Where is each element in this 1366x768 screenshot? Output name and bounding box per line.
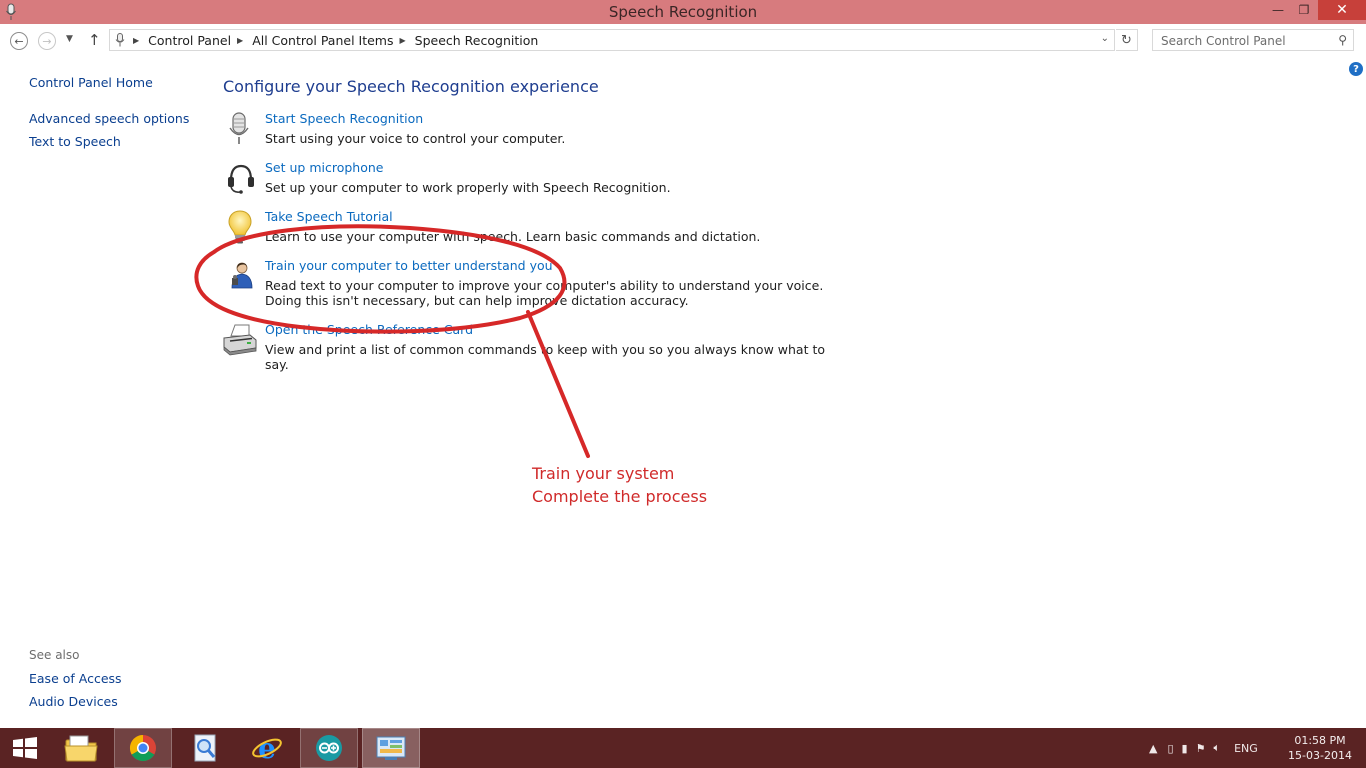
clock-time: 01:58 PM [1294,734,1346,747]
sidebar-link-control-panel-home[interactable]: Control Panel Home [29,75,153,90]
svg-text:e: e [258,733,276,763]
microphone-icon [115,33,125,47]
breadcrumb-all-items[interactable]: All Control Panel Items [252,33,393,48]
set-up-microphone-link[interactable]: Set up microphone [265,160,383,175]
see-also-link-audio-devices[interactable]: Audio Devices [29,694,118,709]
show-hidden-icons-icon[interactable]: ▲ [1149,742,1157,755]
page-title: Configure your Speech Recognition experi… [223,77,599,96]
breadcrumb-separator-icon[interactable]: ▶ [400,36,406,45]
network-icon[interactable]: ▮ [1182,742,1188,755]
control-panel-icon [376,736,406,760]
task-open-reference-card: Open the Speech Reference Card View and … [222,322,825,372]
restore-button[interactable]: ❐ [1291,0,1317,20]
device-status-icon[interactable]: ▯ [1167,742,1173,755]
taskbar-arduino[interactable] [300,728,358,768]
task-description: Set up your computer to work properly wi… [265,180,671,195]
window-title: Speech Recognition [608,3,758,21]
breadcrumb-separator-icon[interactable]: ▶ [237,36,243,45]
printer-icon [223,324,257,356]
title-bar[interactable]: Speech Recognition — ❐ ✕ [0,0,1366,24]
annotation-text-line-2: Complete the process [532,487,708,506]
taskbar-search-app[interactable] [176,728,234,768]
close-button[interactable]: ✕ [1318,0,1366,20]
forward-button[interactable]: → [38,32,56,50]
see-also-label: See also [29,648,80,662]
up-arrow-icon: ↑ [88,31,101,49]
internet-explorer-icon: e [252,733,282,763]
open-reference-card-link[interactable]: Open the Speech Reference Card [265,322,473,337]
chevron-down-icon: ▼ [66,34,73,44]
file-explorer-icon [64,735,98,762]
task-description: Read text to your computer to improve yo… [265,278,824,308]
taskbar-file-explorer[interactable] [52,728,110,768]
microphone-icon [229,112,249,144]
start-speech-recognition-link[interactable]: Start Speech Recognition [265,111,423,126]
language-indicator[interactable]: ENG [1234,742,1258,755]
chrome-icon [129,734,156,762]
help-icon: ? [1353,63,1359,75]
task-description: Learn to use your computer with speech. … [265,229,761,244]
volume-icon[interactable]: 🔈︎ [1213,741,1220,755]
arduino-icon [316,735,342,761]
task-set-up-microphone: Set up microphone Set up your computer t… [222,160,822,200]
breadcrumb-control-panel[interactable]: Control Panel [148,33,231,48]
clock[interactable]: 01:58 PM 15-03-2014 [1280,733,1360,763]
windows-start-icon[interactable] [10,737,40,759]
see-also-link-ease-of-access[interactable]: Ease of Access [29,671,122,686]
sidebar-link-advanced-speech-options[interactable]: Advanced speech options [29,111,189,126]
task-description: View and print a list of common commands… [265,342,825,372]
search-app-icon [194,734,216,762]
back-button[interactable]: ← [10,32,28,50]
take-speech-tutorial-link[interactable]: Take Speech Tutorial [265,209,393,224]
breadcrumb-speech-recognition[interactable]: Speech Recognition [415,33,539,48]
task-start-speech-recognition: Start Speech Recognition Start using you… [222,111,822,151]
search-input[interactable] [1159,31,1333,51]
sidebar-link-text-to-speech[interactable]: Text to Speech [29,134,121,149]
system-tray: ▲ ▯ ▮ ⚑ 🔈︎ ENG [1149,728,1258,768]
task-description: Start using your voice to control your c… [265,131,566,146]
forward-arrow-icon: → [42,34,52,48]
refresh-button[interactable]: ↻ [1116,29,1138,51]
user-train-icon [231,262,253,289]
minimize-button[interactable]: — [1265,0,1291,20]
task-take-speech-tutorial: Take Speech Tutorial Learn to use your c… [222,209,822,249]
search-icon[interactable]: ⚲ [1338,33,1347,47]
refresh-icon: ↻ [1121,32,1132,48]
up-button[interactable]: ↑ [88,31,101,49]
taskbar-internet-explorer[interactable]: e [238,728,296,768]
headset-icon [228,164,254,194]
navigation-bar: ← → ▼ ↑ ▶ Control Panel ▶ All Control Pa… [0,24,1366,58]
taskbar-control-panel[interactable] [362,728,420,768]
task-train-computer: Train your computer to better understand… [222,258,824,314]
back-arrow-icon: ← [14,34,24,48]
annotation-text-line-1: Train your system [532,464,675,483]
taskbar: e ▲ ▯ ▮ ⚑ 🔈︎ ENG 01:58 PM 15-03-2014 [0,728,1366,768]
recent-locations-button[interactable]: ▼ [66,34,73,44]
breadcrumb-separator-icon[interactable]: ▶ [133,36,139,45]
clock-date: 15-03-2014 [1288,749,1352,762]
action-center-flag-icon[interactable]: ⚑ [1196,742,1206,755]
taskbar-chrome[interactable] [114,728,172,768]
lightbulb-icon [228,210,252,244]
train-computer-link[interactable]: Train your computer to better understand… [265,258,553,273]
address-bar[interactable]: ▶ Control Panel ▶ All Control Panel Item… [109,29,1115,51]
search-box[interactable]: ⚲ [1152,29,1354,51]
address-dropdown-icon[interactable]: ⌄ [1101,33,1109,44]
help-button[interactable]: ? [1349,62,1363,76]
